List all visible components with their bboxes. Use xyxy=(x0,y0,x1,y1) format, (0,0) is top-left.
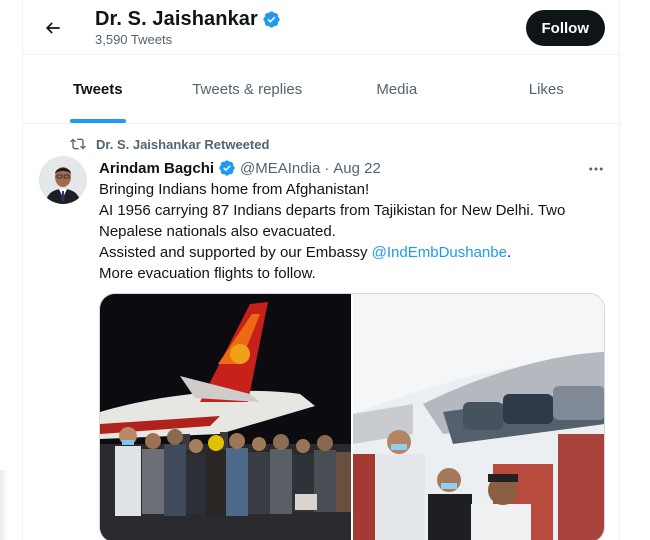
tab-label: Media xyxy=(376,80,418,98)
tweet-line: AI 1956 carrying 87 Indians departs from… xyxy=(99,202,566,240)
tab-tweets[interactable]: Tweets xyxy=(23,55,173,123)
tweet-count: 3,590 Tweets xyxy=(95,32,173,47)
arrow-left-icon xyxy=(45,22,60,34)
follow-button[interactable]: Follow xyxy=(525,10,605,46)
evacuees-near-aircraft-photo[interactable] xyxy=(100,294,351,540)
tab-likes[interactable]: Likes xyxy=(472,55,622,123)
tab-label: Tweets & replies xyxy=(192,80,303,98)
tweet-body: Arindam Bagchi @MEAIndia · Aug 22 Bringi… xyxy=(99,158,605,284)
tab-media[interactable]: Media xyxy=(322,55,472,123)
author-name[interactable]: Arindam Bagchi xyxy=(99,160,214,177)
tweet-line-with-mention: Assisted and supported by our Embassy @I… xyxy=(99,242,605,263)
tweet-text-fragment: . xyxy=(506,244,512,261)
tab-label: Tweets xyxy=(72,80,123,98)
profile-name: Dr. S. Jaishankar xyxy=(95,8,258,30)
page-edge-shadow xyxy=(0,470,8,540)
author-handle[interactable]: @MEAIndia xyxy=(240,160,320,177)
verified-badge-icon xyxy=(263,11,280,28)
verified-badge-icon xyxy=(219,160,235,176)
meta-separator: · xyxy=(324,159,330,177)
tweet-line: More evacuation flights to follow. xyxy=(99,265,316,282)
evacuees-inside-cabin-photo[interactable] xyxy=(353,294,604,540)
profile-title-block: Dr. S. Jaishankar 3,590 Tweets xyxy=(95,8,281,47)
retweet-context: Dr. S. Jaishankar Retweeted xyxy=(70,136,269,152)
profile-column: Dr. S. Jaishankar 3,590 Tweets Follow Tw… xyxy=(22,0,621,540)
tweet-date[interactable]: Aug 22 xyxy=(333,160,381,177)
retweeted-by-label: Dr. S. Jaishankar Retweeted xyxy=(96,136,270,152)
back-button[interactable] xyxy=(39,14,67,42)
tweet-media xyxy=(99,293,605,540)
tweet-line: Bringing Indians home from Afghanistan! xyxy=(99,181,370,198)
tab-tweets-and-replies[interactable]: Tweets & replies xyxy=(173,55,323,123)
tab-label: Likes xyxy=(528,80,564,98)
tweet-article[interactable]: Dr. S. Jaishankar Retweeted Arindam Bagc… xyxy=(23,124,621,540)
tweet-text: Bringing Indians home from Afghanistan! … xyxy=(99,179,605,284)
author-avatar[interactable] xyxy=(39,156,87,204)
tweet-meta: Arindam Bagchi @MEAIndia · Aug 22 xyxy=(99,158,605,178)
active-tab-indicator xyxy=(69,119,126,123)
profile-header: Dr. S. Jaishankar 3,590 Tweets Follow xyxy=(23,0,621,55)
profile-tabs: Tweets Tweets & replies Media Likes xyxy=(23,55,621,124)
tweet-text-fragment: Assisted and supported by our Embassy xyxy=(99,244,372,261)
mention-link[interactable]: @IndEmbDushanbe xyxy=(372,244,507,261)
retweet-icon xyxy=(70,138,86,150)
